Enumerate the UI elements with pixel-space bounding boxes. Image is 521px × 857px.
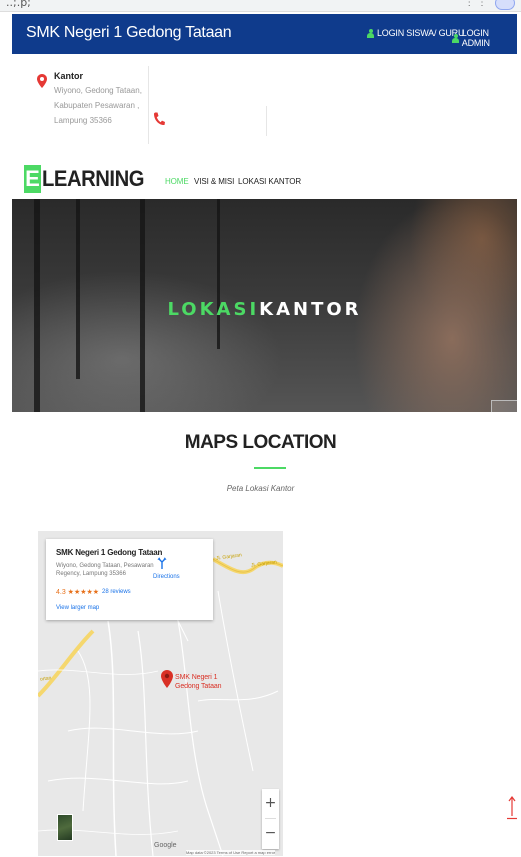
divider bbox=[148, 66, 149, 144]
location-pin-icon bbox=[37, 74, 47, 88]
marker-label-line: SMK Negeri 1 bbox=[175, 674, 218, 681]
place-rating: 4.3 ★★★★★ bbox=[56, 589, 100, 596]
address-line: Wiyono, Gedong Tataan, bbox=[54, 86, 142, 95]
satellite-toggle[interactable] bbox=[57, 814, 73, 841]
address-line: Lampung 35366 bbox=[54, 116, 112, 125]
marker-label-line: Gedong Tataan bbox=[175, 683, 222, 690]
hero-title: LOKASIKANTOR bbox=[12, 299, 517, 320]
place-address-line: Wiyono, Gedong Tataan, Pesawaran bbox=[56, 563, 154, 569]
embedded-map[interactable]: Jl. Garjaran Jl. Garjaran ortan SMK Nege… bbox=[38, 531, 283, 856]
google-logo: Google bbox=[154, 842, 177, 849]
nav-item-lokasi-kantor[interactable]: LOKASI KANTOR bbox=[238, 177, 301, 186]
reviews-link[interactable]: 28 reviews bbox=[102, 589, 131, 595]
directions-icon[interactable] bbox=[157, 556, 167, 569]
top-header-bar: SMK Negeri 1 Gedong Tataan LOGIN SISWA/ … bbox=[12, 14, 517, 54]
place-address-line: Regency, Lampung 35366 bbox=[56, 571, 126, 577]
section-subtitle: Peta Lokasi Kantor bbox=[226, 484, 295, 493]
place-name: SMK Negeri 1 Gedong Tataan bbox=[56, 548, 163, 557]
directions-link[interactable]: Directions bbox=[153, 574, 180, 580]
login-admin-label: LOGIN ADMIN bbox=[461, 28, 490, 48]
brand-logo-letter: E bbox=[24, 165, 41, 193]
main-navbar: E LEARNING HOME VISI & MISI LOKASI KANTO… bbox=[12, 154, 517, 199]
zoom-in-button[interactable]: + bbox=[262, 789, 279, 818]
browser-toolbar: ..;.p; ⋮ ⋮ bbox=[0, 0, 521, 12]
brand-logo-text: LEARNING bbox=[42, 166, 145, 191]
contact-info-bar: Kantor Wiyono, Gedong Tataan, Kabupaten … bbox=[12, 54, 517, 154]
address-bar[interactable]: ..;.p; bbox=[6, 0, 31, 9]
login-student-teacher-link[interactable]: LOGIN SISWA/ GURU bbox=[367, 28, 464, 38]
user-icon bbox=[367, 28, 374, 38]
marker-label: SMK Negeri 1 Gedong Tataan bbox=[175, 673, 222, 691]
site-title: SMK Negeri 1 Gedong Tataan bbox=[26, 24, 232, 41]
login-admin-link[interactable]: LOGIN ADMIN bbox=[452, 28, 517, 48]
zoom-control: + − bbox=[262, 789, 279, 849]
hero-banner: LOKASIKANTOR bbox=[12, 199, 517, 412]
section-title: MAPS LOCATION bbox=[184, 432, 337, 453]
view-larger-map-link[interactable]: View larger map bbox=[56, 605, 99, 611]
scroll-to-top-icon[interactable] bbox=[507, 796, 517, 820]
nav-item-home[interactable]: HOME bbox=[165, 177, 189, 186]
phone-icon bbox=[153, 112, 165, 126]
place-info-card: SMK Negeri 1 Gedong Tataan Wiyono, Gedon… bbox=[46, 539, 213, 620]
divider bbox=[266, 106, 267, 136]
section-underline bbox=[254, 467, 286, 469]
browser-menu-icon[interactable]: ⋮ ⋮ bbox=[464, 0, 487, 8]
map-attribution[interactable]: Map data ©2023 Terms of Use Report a map… bbox=[186, 850, 276, 855]
nav-item-visi-misi[interactable]: VISI & MISI bbox=[194, 177, 234, 186]
hero-title-part1: LOKASI bbox=[167, 299, 260, 320]
user-icon bbox=[452, 33, 459, 43]
brand-logo[interactable]: E LEARNING bbox=[24, 164, 153, 194]
office-title: Kantor bbox=[54, 71, 83, 81]
hero-title-part2: KANTOR bbox=[259, 299, 362, 320]
zoom-out-button[interactable]: − bbox=[262, 819, 279, 848]
hero-corner-tab bbox=[491, 400, 517, 412]
profile-avatar[interactable] bbox=[495, 0, 515, 10]
address-line: Kabupaten Pesawaran , bbox=[54, 101, 140, 110]
map-marker-icon[interactable] bbox=[161, 670, 173, 688]
